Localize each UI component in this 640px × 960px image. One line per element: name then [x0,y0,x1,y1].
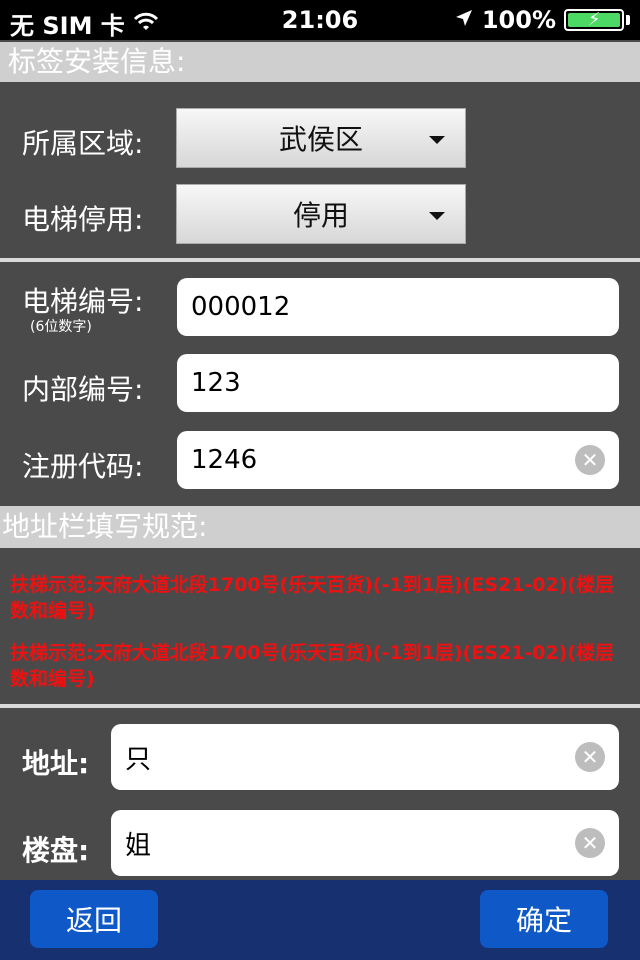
address-input[interactable]: 只 ✕ [111,724,619,790]
internal-number-input[interactable]: 123 [177,354,619,412]
divider [0,258,640,262]
bottom-toolbar: 返回 确定 [0,880,640,960]
register-code-value: 1246 [191,445,258,475]
elevator-status-value: 停用 [292,199,349,232]
elevator-number-label: 电梯编号: [22,285,144,318]
property-value: 姐 [125,830,152,861]
region-dropdown[interactable]: 武侯区 [176,108,466,168]
address-value: 只 [125,744,152,775]
clear-icon[interactable]: ✕ [575,445,605,475]
example-text-1: 扶梯示范:天府大道北段1700号(乐天百货)(-1到1层)(ES21-02)(楼… [10,574,615,622]
elevator-number-hint: (6位数字) [30,319,92,335]
internal-number-label: 内部编号: [22,373,144,406]
clear-icon[interactable]: ✕ [575,742,605,772]
address-label: 地址: [22,747,90,780]
battery-tip [626,15,630,25]
status-right-group: 100% ⚡ [454,6,630,34]
register-code-label: 注册代码: [22,450,144,483]
section-header-address-rules: 地址栏填写规范: [0,506,640,548]
elevator-status-dropdown[interactable]: 停用 [176,184,466,244]
clear-icon[interactable]: ✕ [575,828,605,858]
location-arrow-icon [454,6,474,34]
battery-percent: 100% [481,6,556,34]
elevator-status-label: 电梯停用: [22,203,144,236]
divider [0,704,640,708]
register-code-input[interactable]: 1246 ✕ [177,431,619,489]
internal-number-value: 123 [191,368,241,398]
status-bar: 无 SIM 卡 21:06 100% ⚡ [0,0,640,40]
example-text-2: 扶梯示范:天府大道北段1700号(乐天百货)(-1到1层)(ES21-02)(楼… [10,642,615,690]
region-label: 所属区域: [22,127,144,160]
elevator-number-input[interactable]: 000012 [177,278,619,336]
section-header-tag-install: 标签安装信息: [0,42,640,82]
confirm-button[interactable]: 确定 [480,890,608,948]
dropdown-arrow-icon [429,136,445,144]
region-value: 武侯区 [278,123,363,156]
back-button[interactable]: 返回 [30,890,158,948]
dropdown-arrow-icon [429,212,445,220]
property-input[interactable]: 姐 ✕ [111,810,619,876]
elevator-number-value: 000012 [191,292,291,322]
property-label: 楼盘: [22,834,90,867]
battery-icon: ⚡ [564,9,624,31]
